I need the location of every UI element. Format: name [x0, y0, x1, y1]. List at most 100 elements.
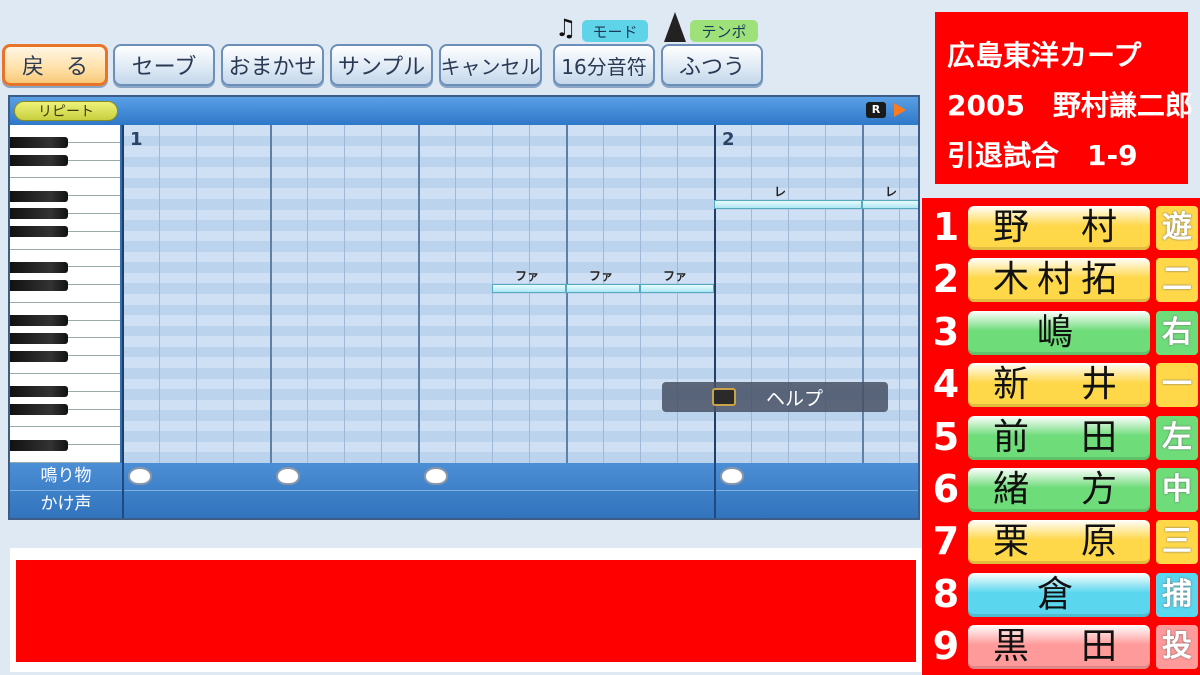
grid-line [159, 125, 160, 463]
black-key[interactable] [10, 226, 68, 238]
team-name: 広島東洋カープ [947, 39, 1142, 72]
black-key[interactable] [10, 350, 68, 362]
tempo-tag: テンポ [690, 20, 758, 42]
play-arrow-icon[interactable] [894, 103, 906, 117]
grid-line [788, 125, 789, 463]
piano-roll-editor: リピート R 1 2 ファ ファ ファ レ レ ヘルプ 鳴り物 かけ声 [8, 95, 920, 520]
lineup-row: 4新 井一 [922, 359, 1200, 409]
repeat-button[interactable]: リピート [14, 101, 118, 121]
black-key[interactable] [10, 404, 68, 416]
grid-row [122, 146, 918, 157]
grid-line [862, 125, 864, 463]
grid-line [381, 125, 382, 463]
note-label: レ [774, 184, 787, 199]
corner-badge: R [866, 102, 886, 118]
note-bar[interactable] [640, 284, 714, 294]
subtitle-box [16, 560, 916, 662]
note-label: レ [885, 184, 898, 199]
black-key[interactable] [10, 315, 68, 327]
note-bar[interactable] [492, 284, 566, 294]
grid-row [122, 441, 918, 453]
grid-line [603, 125, 604, 463]
tempo-button[interactable]: ふつう [661, 44, 763, 86]
grid-line [122, 125, 124, 463]
track-divider [10, 490, 918, 491]
drum-icon[interactable] [276, 467, 300, 485]
black-key[interactable] [10, 386, 68, 398]
cancel-button[interactable]: キャンセル [439, 44, 542, 86]
note-bar[interactable] [566, 284, 640, 294]
note-label: ファ [663, 269, 688, 284]
grid-row [122, 188, 918, 199]
black-key[interactable] [10, 190, 68, 202]
batting-order: 9 [932, 624, 960, 669]
lineup-row: 6緒 方中 [922, 464, 1200, 514]
batting-order: 2 [932, 257, 960, 302]
save-button[interactable]: セーブ [113, 44, 215, 86]
batting-order: 4 [932, 362, 960, 407]
batting-order: 8 [932, 571, 960, 616]
grid-row [122, 304, 918, 316]
mode-button[interactable]: 16分音符 [553, 44, 655, 86]
batting-lineup: 1野 村遊 2 木村拓二 3 嶋右 4 新 井一5前 田左6緒 方中7栗 原三8倉捕9黒 田… [922, 198, 1200, 675]
drum-icon[interactable] [128, 467, 152, 485]
player-name: 前 田 [968, 415, 1150, 460]
auto-button[interactable]: おまかせ [221, 44, 324, 86]
drum-icon[interactable] [720, 467, 744, 485]
player-position: 三 [1156, 520, 1198, 565]
game-info: 引退試合 1-9 [947, 139, 1138, 172]
black-key[interactable] [10, 208, 68, 220]
grid-line [714, 125, 716, 463]
note-bar[interactable] [714, 199, 862, 209]
black-key[interactable] [10, 279, 68, 291]
player-name: 倉 [968, 572, 1150, 617]
batting-order: 3 [932, 309, 960, 354]
grid-row [122, 294, 918, 305]
grid-line [455, 125, 456, 463]
note-grid[interactable]: 1 2 ファ ファ ファ レ レ [122, 125, 918, 463]
grid-line [825, 125, 826, 463]
batting-order: 6 [932, 467, 960, 511]
grid-line [492, 125, 493, 463]
sample-button[interactable]: サンプル [330, 44, 433, 86]
voice-label: かけ声 [40, 494, 92, 514]
player-position: 中 [1156, 468, 1198, 512]
player-name: 新 井 [968, 363, 1150, 408]
help-tooltip[interactable]: ヘルプ [662, 382, 888, 412]
black-key[interactable] [10, 261, 68, 273]
grid-row [122, 230, 918, 242]
black-key[interactable] [10, 155, 68, 167]
percussion-track[interactable]: 鳴り物 かけ声 [10, 463, 918, 518]
grid-row [122, 452, 918, 463]
black-key[interactable] [10, 137, 68, 149]
grid-row [122, 346, 918, 358]
grid-line [233, 125, 234, 463]
player-position: 二 [1156, 258, 1198, 303]
note-bar[interactable] [862, 199, 918, 209]
black-key[interactable] [10, 332, 68, 344]
back-button[interactable]: 戻 る [2, 44, 108, 86]
grid-row [122, 367, 918, 379]
grid-line [566, 125, 568, 463]
lineup-row: 8倉捕 [922, 569, 1200, 619]
grid-row [122, 315, 918, 326]
grid-row [122, 167, 918, 178]
grid-line [899, 125, 900, 463]
grid-line [640, 125, 641, 463]
lineup-row: 2 木村拓二 [922, 254, 1200, 304]
player-name: 木村拓 [968, 258, 1150, 303]
player-name: 野 村 [968, 206, 1150, 250]
piano-keyboard[interactable] [10, 125, 120, 463]
grid-line [196, 125, 197, 463]
help-label: ヘルプ [766, 388, 824, 410]
black-key[interactable] [10, 439, 68, 451]
music-note-icon: ♫ [555, 14, 577, 42]
grid-row [122, 241, 918, 252]
subtitle-panel [10, 548, 922, 672]
note-label: ファ [515, 269, 540, 284]
grid-row [122, 251, 918, 263]
drum-icon[interactable] [424, 467, 448, 485]
player-position: 右 [1156, 310, 1198, 355]
metronome-icon [664, 12, 686, 42]
player-name: 栗 原 [968, 520, 1150, 565]
